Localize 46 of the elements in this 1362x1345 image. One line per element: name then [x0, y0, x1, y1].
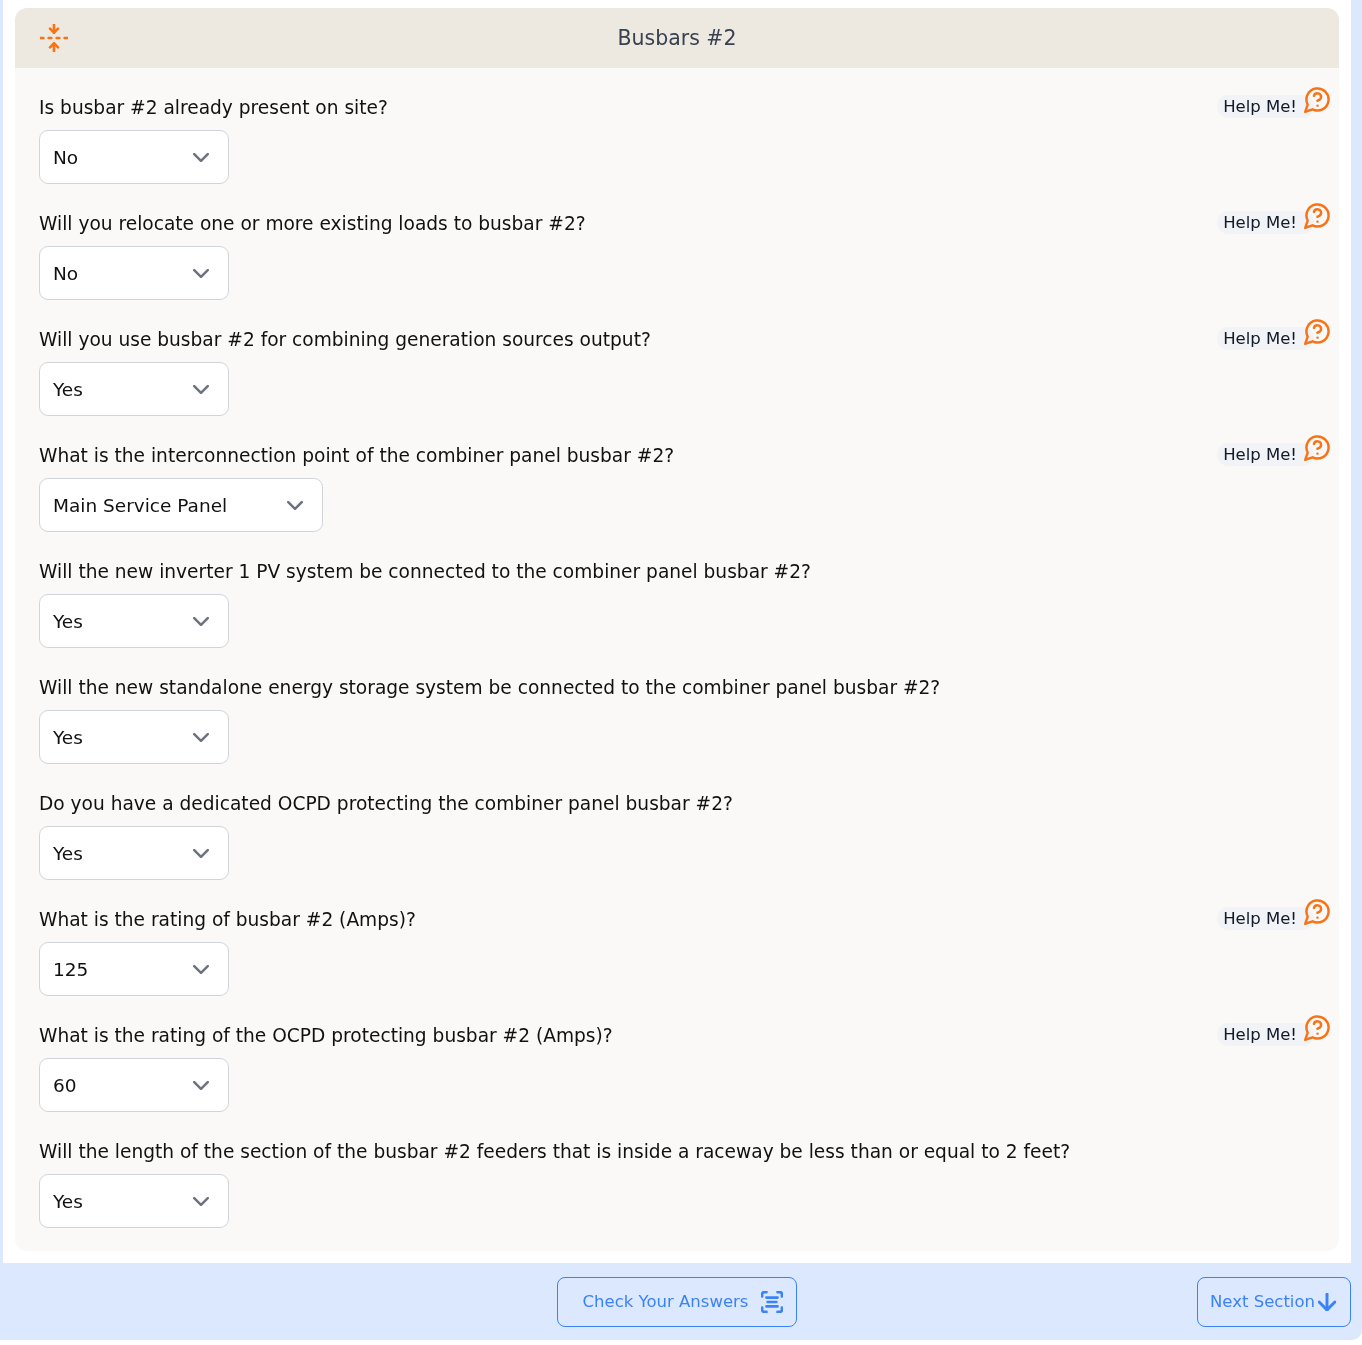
- help-icon: [1304, 318, 1331, 345]
- help-button[interactable]: Help Me!: [1217, 202, 1331, 234]
- chevron-down-icon: [193, 848, 209, 858]
- question-label: What is the rating of busbar #2 (Amps)?: [39, 908, 416, 932]
- question-label: Will the length of the section of the busbar #2 feeders that is inside a raceway be less than or equal to 2 feet?: [39, 1140, 1071, 1164]
- chevron-down-icon: [193, 732, 209, 742]
- question-label: What is the rating of the OCPD protecting busbar #2 (Amps)?: [39, 1024, 613, 1048]
- help-button[interactable]: Help Me!: [1217, 318, 1331, 350]
- help-icon: [1304, 434, 1331, 461]
- help-icon: [1304, 86, 1331, 113]
- help-icon: [1304, 202, 1331, 229]
- answer-dropdown[interactable]: 125: [39, 942, 229, 996]
- question-label: Do you have a dedicated OCPD protecting the combiner panel busbar #2?: [39, 792, 733, 816]
- scan-text-icon: [761, 1290, 784, 1313]
- answer-dropdown[interactable]: Yes: [39, 1174, 229, 1228]
- question-label: Will the new standalone energy storage system be connected to the combiner panel busbar #2?: [39, 676, 941, 700]
- answer-dropdown[interactable]: 60: [39, 1058, 229, 1112]
- arrow-down-icon: [1318, 1292, 1336, 1311]
- answer-dropdown[interactable]: Yes: [39, 826, 229, 880]
- question-label: What is the interconnection point of the combiner panel busbar #2?: [39, 444, 675, 468]
- chevron-down-icon: [193, 384, 209, 394]
- answer-dropdown[interactable]: Yes: [39, 710, 229, 764]
- chevron-down-icon: [287, 500, 304, 510]
- answer-dropdown[interactable]: No: [39, 246, 229, 300]
- answer-dropdown[interactable]: Yes: [39, 362, 229, 416]
- help-button[interactable]: Help Me!: [1217, 86, 1331, 118]
- answer-dropdown[interactable]: Yes: [39, 594, 229, 648]
- help-button[interactable]: Help Me!: [1217, 1014, 1331, 1046]
- question-label: Will the new inverter 1 PV system be connected to the combiner panel busbar #2?: [39, 560, 811, 584]
- arrows-inward-icon[interactable]: [40, 24, 68, 52]
- chevron-down-icon: [193, 1080, 209, 1090]
- chevron-down-icon: [193, 964, 209, 974]
- help-button[interactable]: Help Me!: [1217, 434, 1331, 466]
- chevron-down-icon: [193, 616, 209, 626]
- answer-dropdown[interactable]: No: [39, 130, 229, 184]
- question-label: Will you relocate one or more existing loads to busbar #2?: [39, 212, 586, 236]
- card-title: Busbars #2: [617, 26, 737, 50]
- chevron-down-icon: [193, 152, 209, 162]
- chevron-down-icon: [193, 268, 209, 278]
- help-icon: [1304, 898, 1331, 925]
- help-icon: [1304, 1014, 1331, 1041]
- question-label: Is busbar #2 already present on site?: [39, 96, 388, 120]
- chevron-down-icon: [193, 1196, 209, 1206]
- question-label: Will you use busbar #2 for combining generation sources output?: [39, 328, 651, 352]
- answer-dropdown[interactable]: Main Service Panel: [39, 478, 324, 532]
- help-button[interactable]: Help Me!: [1217, 898, 1331, 930]
